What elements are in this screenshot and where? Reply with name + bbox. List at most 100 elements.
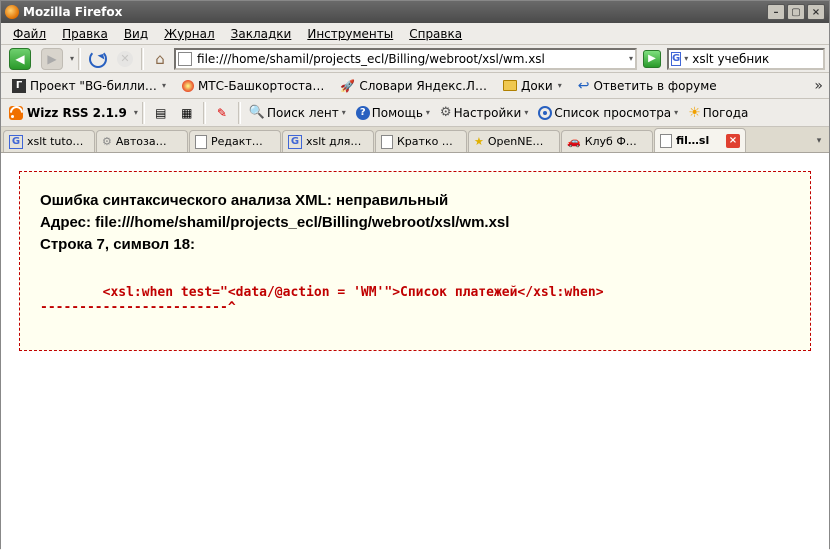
rss-help-button[interactable]: ? Помощь ▾: [352, 102, 434, 124]
bookmark-yandex-dict[interactable]: 🚀 Словари Яндекс.Л…: [333, 75, 494, 97]
history-dropdown-icon[interactable]: ▾: [70, 54, 74, 63]
menu-view[interactable]: Вид: [118, 25, 154, 43]
window-close-button[interactable]: ×: [807, 4, 825, 20]
xml-error-source: <xsl:when test="<data/@action = 'WM'">Сп…: [40, 285, 790, 315]
tab-label: Кратко …: [397, 135, 461, 148]
window-titlebar: Mozilla Firefox – ▢ ×: [1, 1, 829, 23]
bookmark-docs-folder[interactable]: Доки ▾: [496, 75, 569, 97]
forward-button[interactable]: ▶: [37, 48, 67, 70]
toolbar-separator: [78, 48, 81, 70]
menu-edit[interactable]: Правка: [56, 25, 114, 43]
page-icon: [660, 134, 672, 148]
tab-label: Клуб Ф…: [585, 135, 647, 148]
reply-icon: ↩: [578, 78, 590, 94]
menu-help[interactable]: Справка: [403, 25, 468, 43]
search-engine-icon[interactable]: G: [671, 52, 681, 66]
window-maximize-button[interactable]: ▢: [787, 4, 805, 20]
tab-label: xslt tuto…: [27, 135, 89, 148]
home-button[interactable]: ⌂: [148, 48, 172, 70]
button-label: Настройки: [454, 106, 522, 120]
wand-icon: ✎: [217, 106, 227, 120]
bookmark-mts[interactable]: МТС-Башкортоста…: [175, 75, 331, 97]
tab-close-button[interactable]: ×: [726, 134, 740, 148]
url-input[interactable]: [195, 51, 625, 67]
url-dropdown-icon[interactable]: ▾: [629, 54, 633, 63]
rss-icon: [9, 106, 23, 120]
bookmark-label: Доки: [521, 79, 553, 93]
bookmark-label: Проект "BG-билли…: [30, 79, 157, 93]
tab-label: Автоза…: [116, 135, 182, 148]
tab-xslt-dlya[interactable]: G xslt для…: [282, 130, 374, 152]
button-label: Список просмотра: [554, 106, 671, 120]
layout-icon: ▦: [181, 106, 192, 120]
bookmark-label: Ответить в форуме: [593, 79, 716, 93]
bookmarks-toolbar: Г Проект "BG-билли… ▾ МТС-Башкортоста… 🚀…: [1, 73, 829, 99]
page-icon: [195, 135, 207, 149]
chevron-down-icon: ▾: [674, 108, 678, 117]
nav-toolbar: ◀ ▶ ▾ ✕ ⌂ ▾ ▶ G ▾: [1, 45, 829, 73]
xml-error-heading: Ошибка синтаксического анализа XML: непр…: [40, 190, 790, 255]
tab-label: xslt для…: [306, 135, 368, 148]
bookmarks-overflow-button[interactable]: »: [812, 78, 825, 94]
menu-bookmarks[interactable]: Закладки: [225, 25, 298, 43]
chevron-down-icon: ▾: [524, 108, 528, 117]
search-icon: 🔍: [249, 105, 265, 120]
firefox-icon: [5, 5, 19, 19]
car-icon: 🚗: [567, 135, 581, 148]
tab-favicon-icon: G: [288, 135, 302, 149]
help-icon: ?: [356, 106, 370, 120]
page-content: Ошибка синтаксического анализа XML: непр…: [1, 153, 829, 550]
tab-autoza[interactable]: ⚙ Автоза…: [96, 130, 188, 152]
search-box[interactable]: G ▾: [667, 48, 825, 70]
reload-button[interactable]: [85, 48, 111, 70]
url-bar[interactable]: ▾: [174, 48, 637, 70]
layout-icon: ▤: [155, 106, 166, 120]
menu-tools[interactable]: Инструменты: [301, 25, 399, 43]
rss-layout1-button[interactable]: ▤: [149, 102, 173, 124]
toolbar-separator: [142, 102, 145, 124]
menu-journal[interactable]: Журнал: [158, 25, 221, 43]
toolbar-separator: [203, 102, 206, 124]
stop-button[interactable]: ✕: [113, 48, 137, 70]
tab-kratko[interactable]: Кратко …: [375, 130, 467, 152]
search-input[interactable]: [690, 51, 830, 67]
tab-openne[interactable]: ★ OpenNE…: [468, 130, 560, 152]
rss-watchlist-button[interactable]: Список просмотра ▾: [534, 102, 682, 124]
button-label: Поиск лент: [267, 106, 339, 120]
gear-icon: ⚙: [440, 105, 452, 120]
bookmark-label: Словари Яндекс.Л…: [359, 79, 487, 93]
bookmark-forum-reply[interactable]: ↩ Ответить в форуме: [571, 75, 724, 97]
window-minimize-button[interactable]: –: [767, 4, 785, 20]
rss-weather-button[interactable]: ☀ Погода: [684, 102, 752, 124]
star-icon: ★: [474, 135, 484, 148]
tab-strip: G xslt tuto… ⚙ Автоза… Редакт… G xslt дл…: [1, 127, 829, 153]
rss-layout2-button[interactable]: ▦: [175, 102, 199, 124]
go-button[interactable]: ▶: [639, 48, 665, 70]
rss-toolbar: Wizz RSS 2.1.9 ▾ ▤ ▦ ✎ 🔍 Поиск лент ▾ ? …: [1, 99, 829, 127]
menu-file[interactable]: Файл: [7, 25, 52, 43]
chevron-down-icon: ▾: [558, 81, 562, 90]
gear-icon: ⚙: [102, 135, 112, 148]
tab-label: Редакт…: [211, 135, 275, 148]
tab-club[interactable]: 🚗 Клуб Ф…: [561, 130, 653, 152]
button-label: Погода: [703, 106, 749, 120]
tab-file-wmxsl[interactable]: fil…sl ×: [654, 128, 746, 152]
rss-find-feeds-button[interactable]: 🔍 Поиск лент ▾: [245, 102, 350, 124]
tabs-overflow-button[interactable]: ▾: [811, 133, 827, 149]
rss-wand-button[interactable]: ✎: [210, 102, 234, 124]
search-engine-dropdown-icon[interactable]: ▾: [684, 54, 688, 63]
bookmark-bgbilling[interactable]: Г Проект "BG-билли… ▾: [5, 75, 173, 97]
page-icon: [381, 135, 393, 149]
toolbar-separator: [141, 48, 144, 70]
bookmark-label: МТС-Башкортоста…: [198, 79, 324, 93]
folder-icon: [503, 80, 517, 91]
back-button[interactable]: ◀: [5, 48, 35, 70]
menubar: Файл Правка Вид Журнал Закладки Инструме…: [1, 23, 829, 45]
rss-brand[interactable]: Wizz RSS 2.1.9: [5, 106, 131, 120]
chevron-down-icon[interactable]: ▾: [134, 108, 138, 117]
chevron-down-icon: ▾: [342, 108, 346, 117]
tab-redakt[interactable]: Редакт…: [189, 130, 281, 152]
tab-xslt-tuto[interactable]: G xslt tuto…: [3, 130, 95, 152]
rss-settings-button[interactable]: ⚙ Настройки ▾: [436, 102, 532, 124]
sun-icon: ☀: [688, 105, 701, 121]
